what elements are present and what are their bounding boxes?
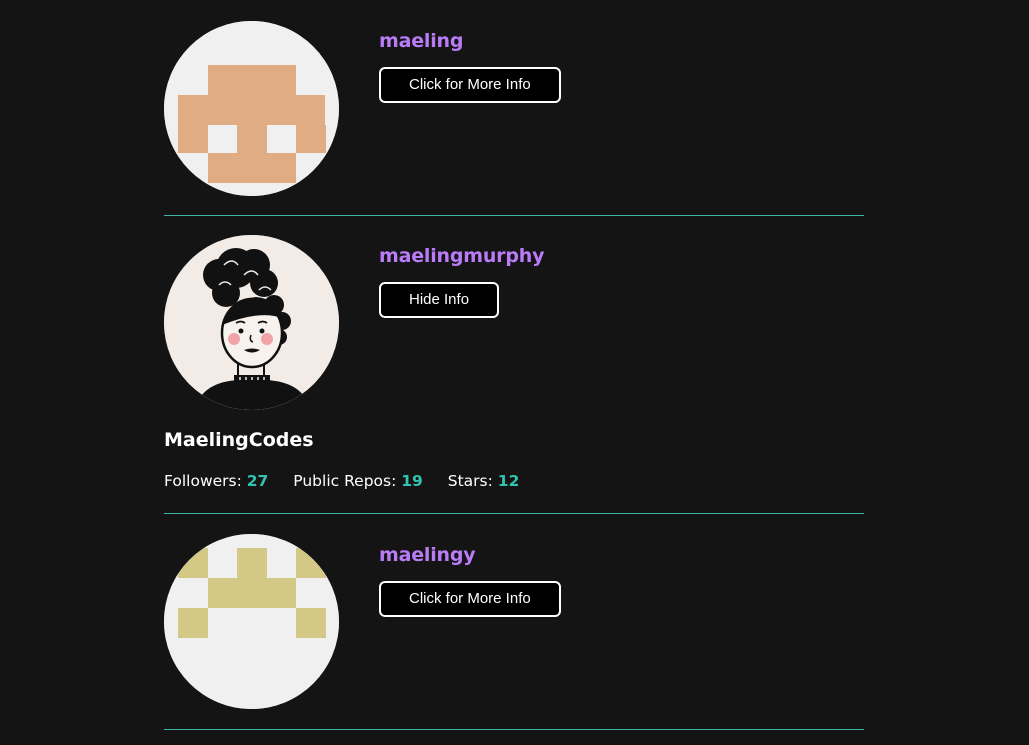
username[interactable]: maelingy bbox=[379, 544, 561, 566]
user-meta: maelingy Click for More Info bbox=[379, 544, 561, 617]
repos-count: 19 bbox=[401, 472, 423, 490]
followers-count: 27 bbox=[246, 472, 269, 490]
more-info-button[interactable]: Click for More Info bbox=[379, 67, 561, 103]
user-list: maeling Click for More Info maelingmurph… bbox=[164, 0, 864, 730]
user-meta: maeling Click for More Info bbox=[379, 30, 561, 103]
illustrated-portrait-icon bbox=[164, 235, 339, 410]
username[interactable]: maeling bbox=[379, 30, 561, 52]
user-stats: Followers: 27 Public Repos: 19 Stars: 12 bbox=[164, 472, 539, 490]
stars-count: 12 bbox=[497, 472, 520, 490]
user-meta: maelingmurphy Hide Info bbox=[379, 245, 544, 318]
display-name: MaelingCodes bbox=[164, 429, 314, 451]
stars-stat: Stars: 12 bbox=[448, 472, 520, 490]
pixel-identicon-gold-icon bbox=[164, 534, 339, 709]
hide-info-button[interactable]: Hide Info bbox=[379, 282, 500, 318]
followers-label: Followers: bbox=[164, 472, 242, 490]
user-card: maelingmurphy Hide Info MaelingCodes Fol… bbox=[164, 216, 864, 514]
stars-label: Stars: bbox=[447, 472, 493, 490]
user-details: MaelingCodes Followers: 27 Public Repos:… bbox=[164, 429, 864, 513]
user-card: maeling Click for More Info bbox=[164, 0, 864, 216]
followers-stat: Followers: 27 bbox=[164, 472, 268, 490]
username[interactable]: maelingmurphy bbox=[379, 245, 544, 267]
user-card: maelingy Click for More Info bbox=[164, 514, 864, 730]
repos-stat: Public Repos: 19 bbox=[293, 472, 423, 490]
pixel-identicon-peach-icon bbox=[164, 21, 339, 196]
repos-label: Public Repos: bbox=[293, 472, 397, 490]
more-info-button[interactable]: Click for More Info bbox=[379, 581, 561, 617]
